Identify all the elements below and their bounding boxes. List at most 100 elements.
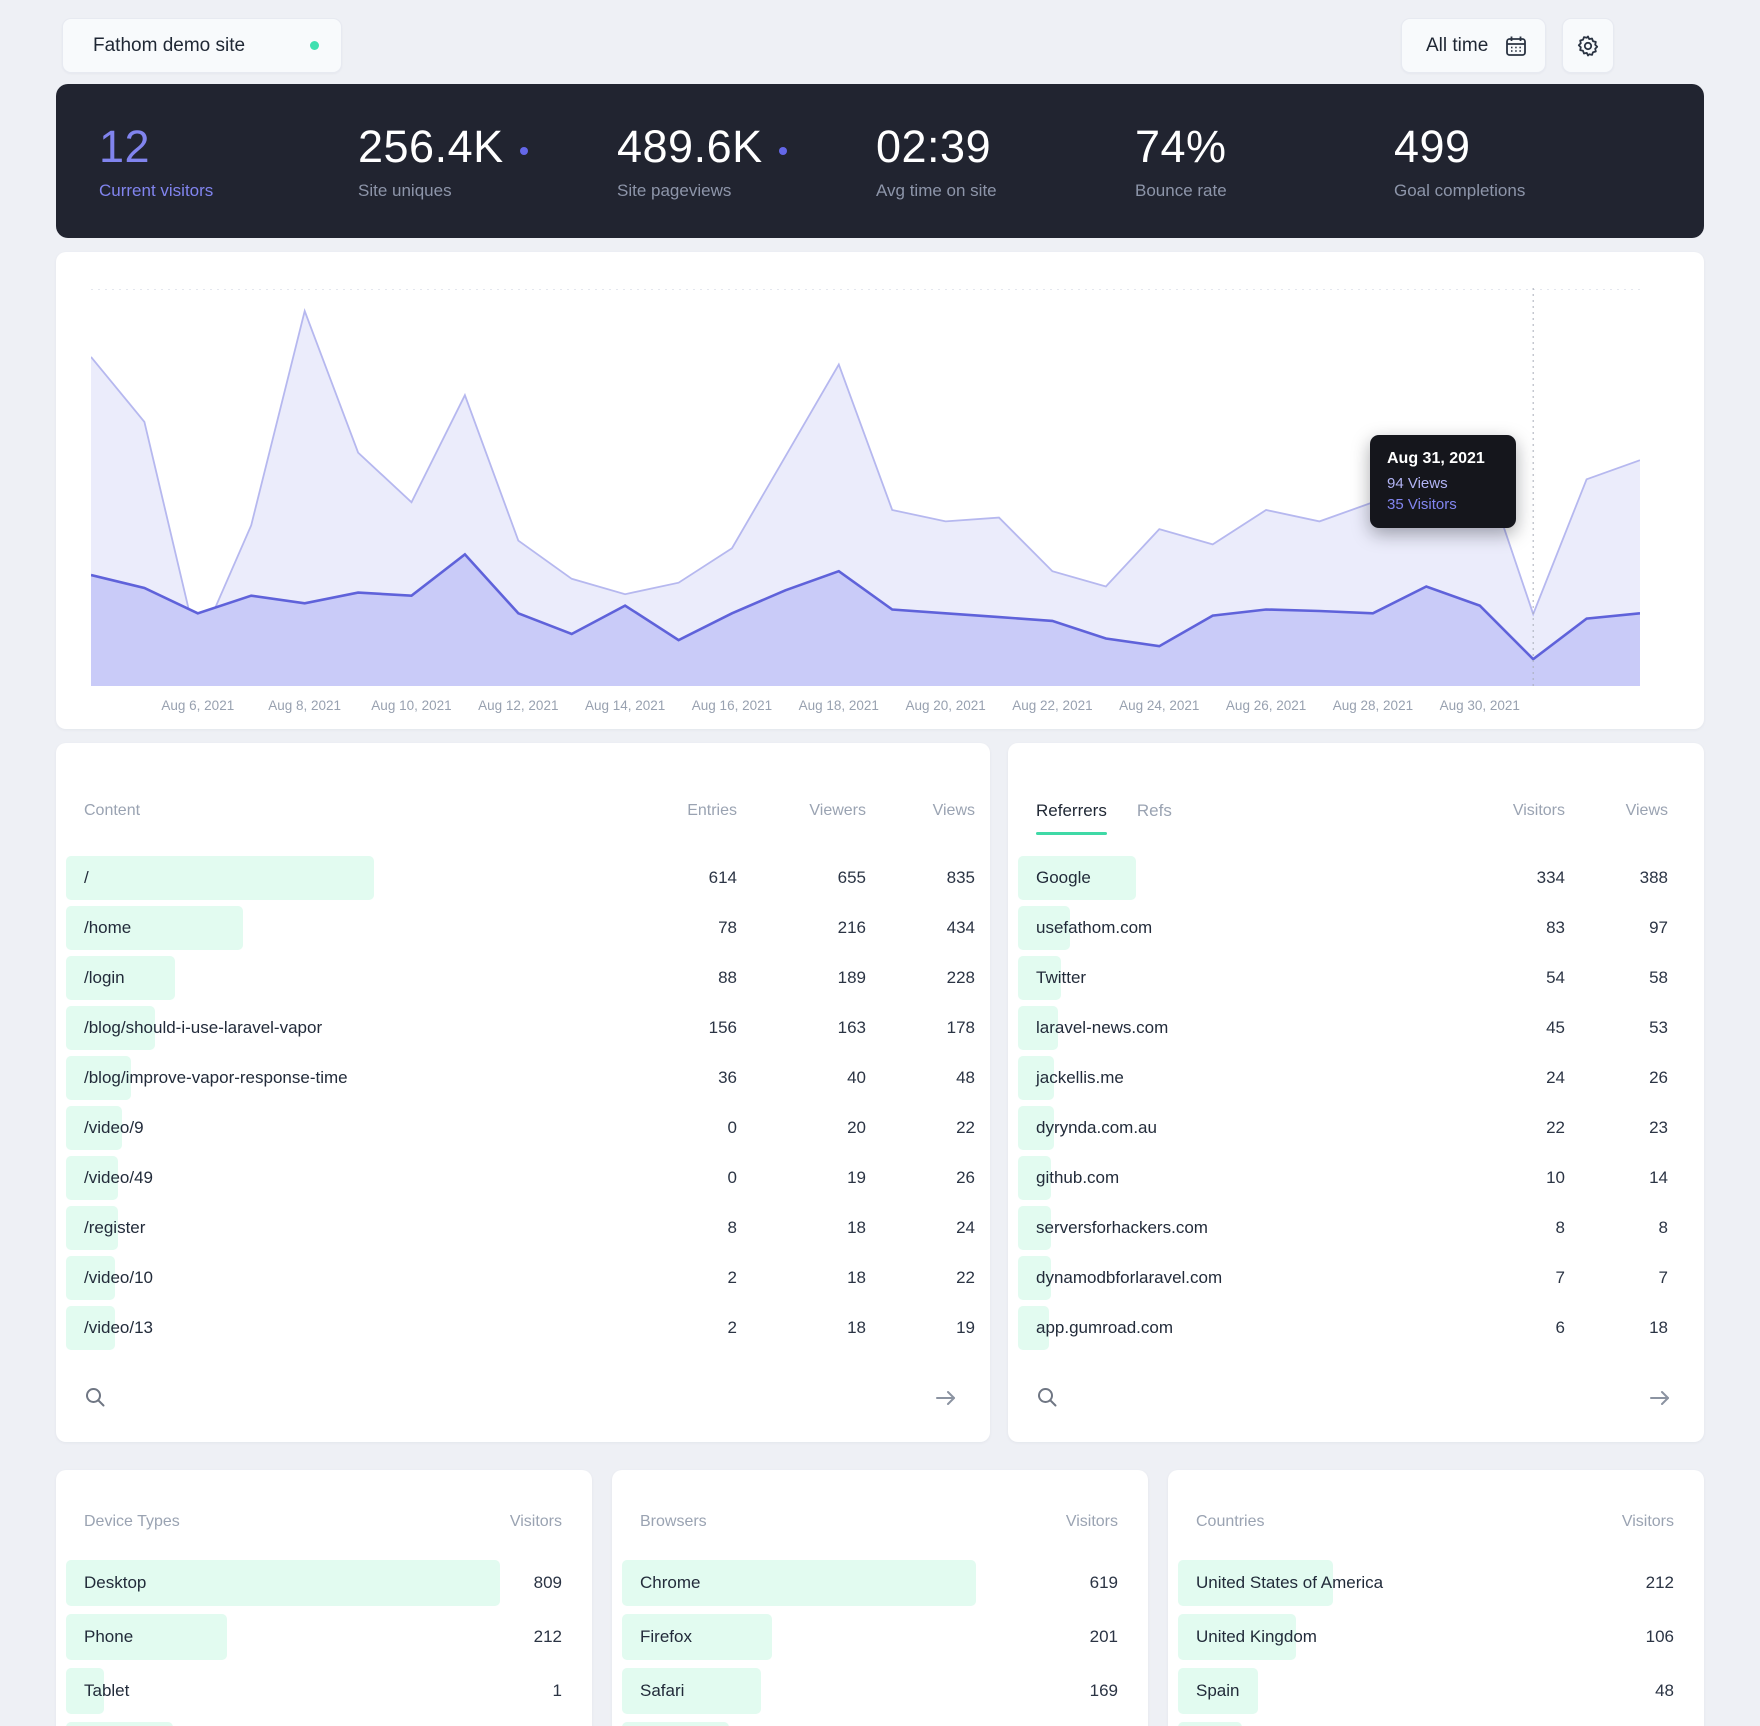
- bottom-row-value: 48: [1564, 1681, 1674, 1701]
- content-path: /login: [56, 968, 607, 988]
- bottom-row[interactable]: Desktop809: [56, 1556, 592, 1610]
- content-path: /register: [56, 1218, 607, 1238]
- content-search-button[interactable]: [84, 1386, 106, 1408]
- stat-value: 74%: [1135, 121, 1227, 173]
- referrer-views-value: 388: [1565, 868, 1668, 888]
- stat-item: 489.6KSite pageviews: [617, 121, 876, 201]
- content-entries-value: 0: [607, 1118, 737, 1138]
- referrer-row[interactable]: Twitter5458: [1008, 953, 1704, 1003]
- content-views-value: 178: [866, 1018, 975, 1038]
- referrers-more-button[interactable]: [1648, 1388, 1672, 1408]
- content-row[interactable]: /blog/improve-vapor-response-time364048: [56, 1053, 990, 1103]
- bottom-row[interactable]: Chrome619: [612, 1556, 1148, 1610]
- site-selector[interactable]: Fathom demo site: [62, 18, 342, 73]
- bottom-row: [612, 1718, 1148, 1726]
- referrer-visitors-value: 6: [1465, 1318, 1565, 1338]
- content-row[interactable]: /video/902022: [56, 1103, 990, 1153]
- content-row[interactable]: /video/1321819: [56, 1303, 990, 1353]
- referrer-row[interactable]: usefathom.com8397: [1008, 903, 1704, 953]
- content-viewers-value: 40: [737, 1068, 866, 1088]
- referrer-name: Twitter: [1008, 968, 1465, 988]
- referrer-visitors-value: 45: [1465, 1018, 1565, 1038]
- referrer-row[interactable]: Google334388: [1008, 853, 1704, 903]
- referrer-visitors-value: 83: [1465, 918, 1565, 938]
- referrers-table-header: ReferrersRefs Visitors Views: [1008, 793, 1704, 829]
- stat-label: Site pageviews: [617, 181, 876, 201]
- bottom-row-label: Tablet: [56, 1681, 452, 1701]
- content-row[interactable]: /video/4901926: [56, 1153, 990, 1203]
- tab-refs[interactable]: Refs: [1137, 801, 1172, 821]
- content-row[interactable]: /home78216434: [56, 903, 990, 953]
- browsers-panel: BrowsersVisitorsChrome619Firefox201Safar…: [612, 1470, 1148, 1726]
- site-name: Fathom demo site: [93, 35, 245, 57]
- content-row[interactable]: /614655835: [56, 853, 990, 903]
- content-views-value: 24: [866, 1218, 975, 1238]
- content-row[interactable]: /blog/should-i-use-laravel-vapor15616317…: [56, 1003, 990, 1053]
- referrers-search-button[interactable]: [1036, 1386, 1058, 1408]
- referrer-row[interactable]: serversforhackers.com88: [1008, 1203, 1704, 1253]
- tooltip-views: 94 Views: [1387, 475, 1499, 492]
- content-path: /video/9: [56, 1118, 607, 1138]
- bottom-row[interactable]: United States of America212: [1168, 1556, 1704, 1610]
- stat-item: 12Current visitors: [99, 121, 358, 201]
- content-entries-value: 36: [607, 1068, 737, 1088]
- col-views: Views: [866, 802, 975, 820]
- bottom-row[interactable]: Spain48: [1168, 1664, 1704, 1718]
- stat-value-row: 256.4K: [358, 121, 617, 173]
- content-row[interactable]: /login88189228: [56, 953, 990, 1003]
- content-path: /video/49: [56, 1168, 607, 1188]
- col-viewers: Viewers: [737, 802, 866, 820]
- col-ref-views: Views: [1565, 802, 1668, 820]
- x-axis-tick-label: Aug 18, 2021: [799, 698, 879, 713]
- referrer-views-value: 97: [1565, 918, 1668, 938]
- bottom-panel-value-header: Visitors: [452, 1513, 562, 1531]
- x-axis-tick-label: Aug 20, 2021: [905, 698, 985, 713]
- bottom-row[interactable]: Firefox201: [612, 1610, 1148, 1664]
- bottom-row[interactable]: Phone212: [56, 1610, 592, 1664]
- referrer-row[interactable]: dynamodbforlaravel.com77: [1008, 1253, 1704, 1303]
- referrer-row[interactable]: laravel-news.com4553: [1008, 1003, 1704, 1053]
- content-more-button[interactable]: [934, 1388, 958, 1408]
- content-views-value: 22: [866, 1118, 975, 1138]
- tab-referrers[interactable]: Referrers: [1036, 801, 1107, 821]
- x-axis-tick-label: Aug 26, 2021: [1226, 698, 1306, 713]
- content-views-value: 22: [866, 1268, 975, 1288]
- referrer-row[interactable]: jackellis.me2426: [1008, 1053, 1704, 1103]
- x-axis-tick-label: Aug 28, 2021: [1333, 698, 1413, 713]
- date-range-button[interactable]: All time: [1401, 18, 1546, 73]
- settings-button[interactable]: [1562, 18, 1614, 73]
- row-bar: [66, 1722, 173, 1726]
- stat-label: Bounce rate: [1135, 181, 1394, 201]
- referrer-row[interactable]: app.gumroad.com618: [1008, 1303, 1704, 1353]
- referrer-row[interactable]: dyrynda.com.au2223: [1008, 1103, 1704, 1153]
- date-range-label: All time: [1426, 35, 1488, 57]
- stat-label: Current visitors: [99, 181, 358, 201]
- referrer-visitors-value: 22: [1465, 1118, 1565, 1138]
- content-row[interactable]: /video/1021822: [56, 1253, 990, 1303]
- bottom-row-label: Safari: [612, 1681, 1008, 1701]
- referrer-name: Google: [1008, 868, 1465, 888]
- top-bar: Fathom demo site All time: [56, 18, 1704, 73]
- x-axis-tick-label: Aug 6, 2021: [161, 698, 234, 713]
- bottom-row[interactable]: Safari169: [612, 1664, 1148, 1718]
- bottom-panel-rows: Chrome619Firefox201Safari169: [612, 1556, 1148, 1726]
- content-viewers-value: 18: [737, 1268, 866, 1288]
- content-viewers-value: 163: [737, 1018, 866, 1038]
- content-entries-value: 88: [607, 968, 737, 988]
- bottom-panel-header: CountriesVisitors: [1168, 1504, 1704, 1540]
- content-entries-value: 2: [607, 1318, 737, 1338]
- stat-value-row: 74%: [1135, 121, 1394, 173]
- site-live-dot-icon: [310, 41, 319, 50]
- stat-value: 02:39: [876, 121, 991, 173]
- bottom-row[interactable]: Tablet1: [56, 1664, 592, 1718]
- referrer-row[interactable]: github.com1014: [1008, 1153, 1704, 1203]
- content-entries-value: 78: [607, 918, 737, 938]
- referrer-views-value: 7: [1565, 1268, 1668, 1288]
- bottom-row[interactable]: United Kingdom106: [1168, 1610, 1704, 1664]
- content-path: /video/13: [56, 1318, 607, 1338]
- content-row[interactable]: /register81824: [56, 1203, 990, 1253]
- referrer-visitors-value: 24: [1465, 1068, 1565, 1088]
- content-entries-value: 2: [607, 1268, 737, 1288]
- row-bar: [1178, 1722, 1242, 1726]
- x-axis-tick-label: Aug 22, 2021: [1012, 698, 1092, 713]
